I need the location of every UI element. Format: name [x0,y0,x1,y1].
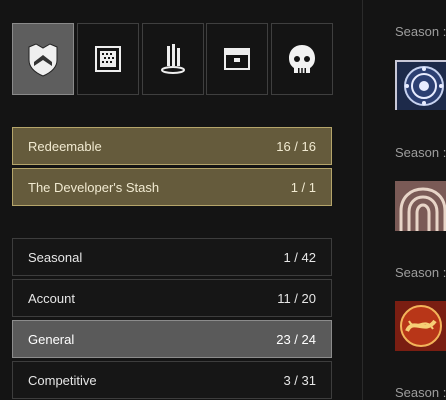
serpent-emblem-icon[interactable] [395,301,446,351]
row-count: 11 / 20 [277,290,316,306]
season-label: Season : [395,265,446,280]
redeemable-row[interactable]: Redeemable 16 / 16 [12,127,332,165]
row-count: 1 / 1 [290,179,316,195]
season-label: Season : [395,24,446,39]
chest-icon [224,48,250,70]
tab-emblems[interactable] [12,23,74,95]
row-label: The Developer's Stash [28,179,160,195]
competitive-row[interactable]: Competitive 3 / 31 [12,361,332,399]
season-label: Season : [395,385,446,400]
row-label: General [28,331,75,347]
general-row[interactable]: General 23 / 24 [12,320,332,358]
seasonal-row[interactable]: Seasonal 1 / 42 [12,238,332,276]
panel-divider [362,0,363,400]
season-label: Season : [395,145,446,160]
celestial-emblem-icon[interactable] [395,60,446,110]
row-count: 1 / 42 [283,249,316,265]
row-count: 3 / 31 [283,372,316,388]
tab-patterns[interactable] [77,23,139,95]
developers-stash-row[interactable]: The Developer's Stash 1 / 1 [12,168,332,206]
row-label: Redeemable [28,138,102,154]
ghost-shell-icon [289,45,315,73]
grid-pattern-icon [95,46,121,72]
emblem-shield-icon [28,43,58,77]
row-label: Account [28,290,75,306]
row-label: Competitive [28,372,97,388]
tab-chests[interactable] [206,23,268,95]
row-count: 23 / 24 [276,331,316,347]
arch-emblem-icon[interactable] [395,181,446,231]
account-row[interactable]: Account 11 / 20 [12,279,332,317]
row-count: 16 / 16 [276,138,316,154]
row-label: Seasonal [28,249,83,265]
monument-icon [161,44,185,74]
tab-ghosts[interactable] [271,23,333,95]
tab-monuments[interactable] [142,23,204,95]
